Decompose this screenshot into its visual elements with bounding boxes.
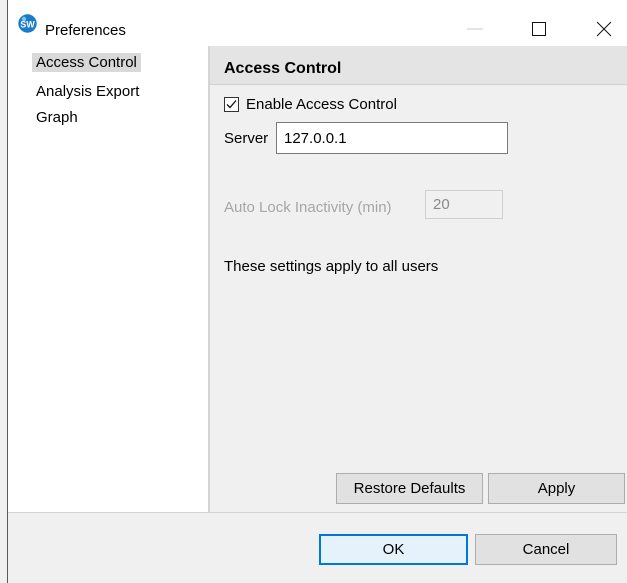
server-input[interactable] — [276, 122, 508, 154]
settings-note: These settings apply to all users — [224, 258, 439, 275]
ok-label: OK — [382, 541, 405, 558]
preferences-tree: Access Control Analysis Export Graph — [8, 46, 208, 512]
cancel-label: Cancel — [522, 541, 570, 558]
checkbox-box[interactable] — [224, 97, 239, 112]
enable-access-control-label: Enable Access Control — [246, 96, 397, 113]
apply-label: Apply — [537, 480, 576, 497]
preferences-window: SW Preferences Access Control Analysis E… — [0, 0, 627, 583]
minimize-icon[interactable] — [464, 18, 486, 40]
dialog-footer: OK Cancel — [8, 513, 627, 583]
cancel-button[interactable]: Cancel — [475, 534, 617, 565]
server-label: Server — [224, 130, 269, 147]
sw-logo-icon: SW — [18, 14, 37, 33]
pane-header: Access Control — [210, 46, 627, 85]
settings-pane: Access Control Enable Access Control Ser… — [210, 46, 627, 512]
nav-item-analysis-export[interactable]: Analysis Export — [36, 83, 139, 100]
maximize-icon[interactable] — [528, 18, 550, 40]
checkmark-icon — [226, 100, 237, 109]
nav-item-graph[interactable]: Graph — [36, 109, 78, 126]
restore-defaults-label: Restore Defaults — [353, 480, 466, 497]
window-title: Preferences — [45, 22, 126, 39]
restore-defaults-button[interactable]: Restore Defaults — [336, 473, 483, 504]
ok-button[interactable]: OK — [319, 534, 468, 565]
nav-item-access-control[interactable]: Access Control — [32, 53, 141, 72]
apply-button[interactable]: Apply — [488, 473, 625, 504]
auto-lock-label: Auto Lock Inactivity (min) — [224, 199, 392, 216]
auto-lock-input[interactable] — [425, 190, 503, 219]
page-title: Access Control — [224, 60, 342, 77]
title-bar[interactable]: SW Preferences — [8, 0, 627, 46]
svg-text:SW: SW — [20, 20, 35, 30]
close-icon[interactable] — [593, 18, 615, 40]
